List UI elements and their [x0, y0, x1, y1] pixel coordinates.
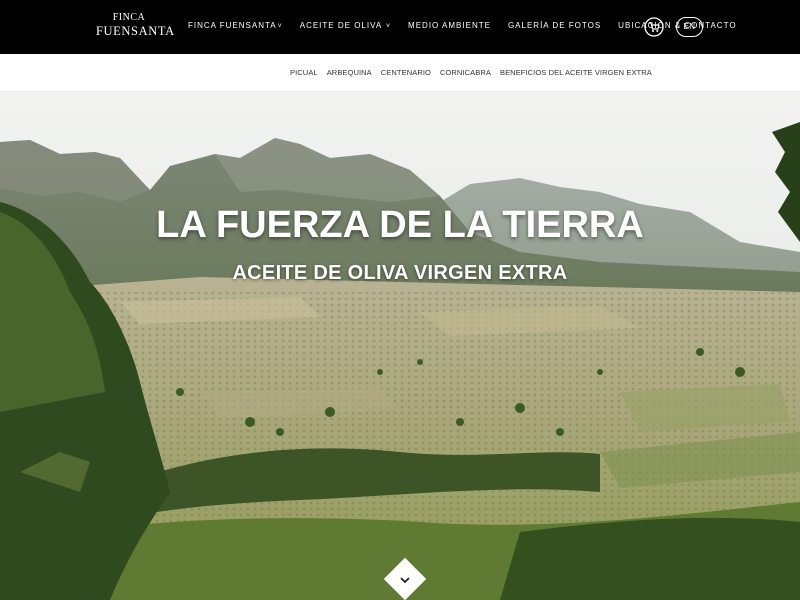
subnav-item-cornicabra[interactable]: Cornicabra — [440, 68, 491, 77]
logo-line-2: FUENSANTA — [96, 24, 175, 38]
nav-item-finca-fuensanta[interactable]: Finca Fuensanta˅ — [188, 21, 283, 30]
nav-item-medio-ambiente[interactable]: Medio ambiente — [408, 21, 491, 30]
subnav-item-arbequina[interactable]: Arbequina — [327, 68, 372, 77]
hero-title: LA FUERZA DE LA TIERRA — [156, 204, 644, 246]
subnav-item-centenario[interactable]: Centenario — [381, 68, 431, 77]
shopping-cart-icon[interactable] — [644, 16, 664, 38]
chevron-down-icon: ˅ — [277, 23, 283, 30]
subnav-item-picual[interactable]: Picual — [290, 68, 318, 77]
nav-item-label: Aceite de oliva — [299, 21, 382, 30]
nav-item-label: Finca Fuensanta — [188, 21, 277, 30]
chevron-down-icon — [390, 564, 420, 594]
logo-line-1: FINCA — [112, 12, 146, 23]
top-navigation-bar: FINCA FUENSANTA Finca Fuensanta˅ Aceite … — [0, 0, 800, 54]
hero-subtitle: ACEITE DE OLIVA VIRGEN EXTRA — [232, 262, 568, 284]
chevron-down-icon: ˅ — [385, 23, 392, 30]
nav-item-label: Galería de fotos — [507, 21, 602, 30]
subnav-item-beneficios[interactable]: Beneficios del aceite virgen extra — [500, 68, 652, 77]
site-logo[interactable]: FINCA FUENSANTA — [96, 12, 175, 38]
nav-item-galeria-de-fotos[interactable]: Galería de fotos — [508, 21, 601, 30]
subnav: Picual Arbequina Centenario Cornicabra B… — [290, 68, 661, 77]
hero-landscape-image — [0, 92, 800, 600]
hero-banner: LA FUERZA DE LA TIERRA ACEITE DE OLIVA V… — [0, 92, 800, 600]
language-switch-button[interactable]: EN — [676, 17, 703, 37]
secondary-nav-bar: Picual Arbequina Centenario Cornicabra B… — [0, 54, 800, 92]
nav-item-label: Medio ambiente — [408, 21, 491, 30]
main-nav: Finca Fuensanta˅ Aceite de oliva ˅ Medio… — [188, 21, 754, 30]
nav-item-aceite-de-oliva[interactable]: Aceite de oliva ˅ — [300, 21, 391, 30]
scroll-down-button[interactable] — [383, 557, 427, 600]
